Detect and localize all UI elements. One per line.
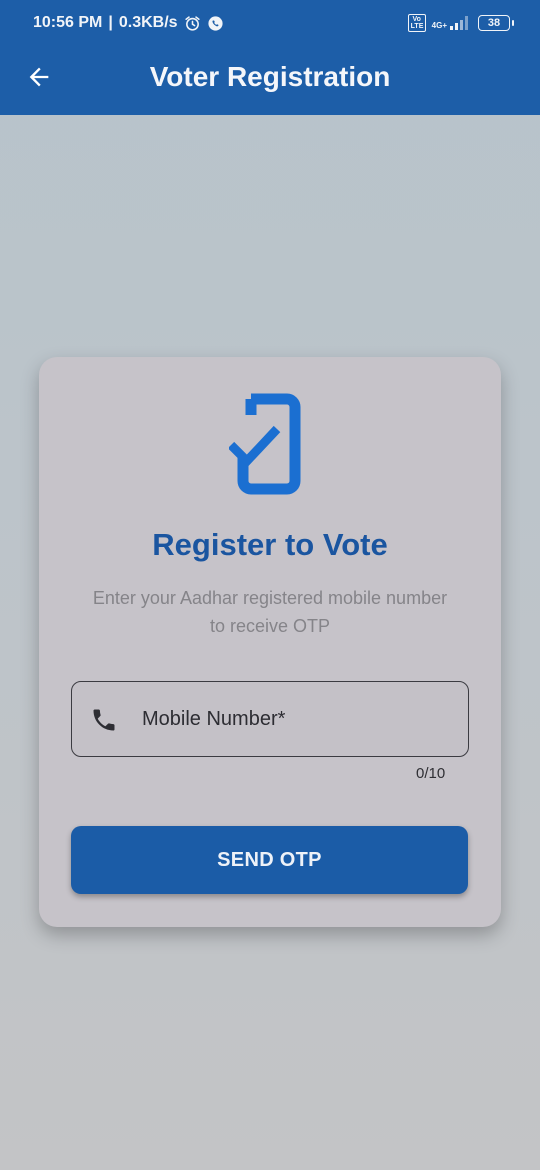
status-separator: | [108, 14, 113, 31]
register-card: Register to Vote Enter your Aadhar regis… [39, 357, 501, 927]
whatsapp-icon [207, 15, 224, 32]
send-otp-button[interactable]: SEND OTP [71, 826, 468, 894]
phone-icon [93, 709, 115, 731]
subtitle-line-1: Enter your Aadhar registered mobile numb… [92, 588, 448, 608]
card-title: Register to Vote [152, 527, 388, 562]
alarm-icon [184, 15, 201, 32]
volte-badge: Vo LTE [407, 14, 426, 32]
mobile-number-input[interactable] [142, 682, 452, 756]
status-right: Vo LTE 4G+ 38 [407, 14, 514, 32]
network-type: 4G+ [431, 21, 447, 30]
battery-icon: 38 [478, 15, 514, 31]
signal-icon: 4G+ [432, 16, 472, 30]
mobile-number-field[interactable] [71, 681, 469, 757]
network-speed: 0.3KB/s [118, 14, 178, 31]
status-left: 10:56 PM | 0.3KB/s [33, 14, 224, 32]
page-title: Voter Registration [149, 61, 391, 92]
status-time: 10:56 PM [33, 14, 103, 31]
app-bar: 10:56 PM | 0.3KB/s Vo LTE 4G+ 38 Voter R… [0, 0, 540, 115]
status-bar: 10:56 PM | 0.3KB/s Vo LTE 4G+ 38 [0, 0, 540, 48]
card-subtitle: Enter your Aadhar registered mobile numb… [59, 584, 481, 640]
character-counter: 0/10 [416, 765, 446, 782]
mobile-check-icon [229, 393, 301, 495]
subtitle-line-2: to receive OTP [209, 616, 331, 636]
